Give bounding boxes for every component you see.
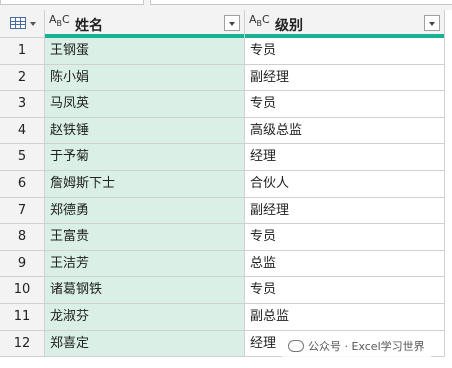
table-row[interactable]: 3 马凤英 专员 bbox=[0, 91, 452, 118]
table-row[interactable]: 1 王钢蛋 专员 bbox=[0, 38, 452, 65]
chevron-down-icon bbox=[30, 22, 36, 26]
table-row[interactable]: 6 詹姆斯下士 合伙人 bbox=[0, 171, 452, 198]
cell-name[interactable]: 于予菊 bbox=[45, 144, 245, 171]
cell-name[interactable]: 陈小娟 bbox=[45, 64, 245, 92]
formula-box-left[interactable] bbox=[0, 0, 144, 5]
right-gap bbox=[445, 10, 452, 368]
formula-box-right[interactable] bbox=[150, 0, 452, 5]
row-number[interactable]: 10 bbox=[0, 277, 45, 304]
column-header-label: 级别 bbox=[275, 18, 303, 34]
cell-name[interactable]: 龙淑芬 bbox=[45, 304, 245, 331]
cell-name[interactable]: 王钢蛋 bbox=[45, 38, 245, 65]
cell-level[interactable]: 合伙人 bbox=[245, 171, 445, 198]
table-row[interactable]: 4 赵铁锤 高级总监 bbox=[0, 117, 452, 145]
cell-name[interactable]: 郑喜定 bbox=[45, 330, 245, 358]
watermark-text: 公众号 · Excel学习世界 bbox=[308, 340, 425, 353]
table-row[interactable]: 11 龙淑芬 副总监 bbox=[0, 304, 452, 331]
table-row[interactable]: 2 陈小娟 副经理 bbox=[0, 64, 452, 92]
row-number[interactable]: 3 bbox=[0, 91, 45, 118]
row-number[interactable]: 8 bbox=[0, 224, 45, 251]
text-type-icon[interactable]: ABC bbox=[49, 14, 70, 28]
data-grid: ABC 姓名 ABC 级别 1 王钢蛋 专员 2 陈小娟 副经理 3 马凤英 专员 4 赵铁锤 高级总… bbox=[0, 10, 452, 368]
cell-name[interactable]: 诸葛钢铁 bbox=[45, 277, 245, 304]
cell-name[interactable]: 王洁芳 bbox=[45, 250, 245, 278]
row-number[interactable]: 12 bbox=[0, 330, 45, 358]
filter-dropdown-button[interactable] bbox=[424, 15, 440, 31]
watermark: 公众号 · Excel学习世界 bbox=[282, 334, 431, 360]
row-number[interactable]: 7 bbox=[0, 197, 45, 225]
row-number[interactable]: 5 bbox=[0, 144, 45, 171]
cell-level[interactable]: 经理 bbox=[245, 144, 445, 171]
cell-level[interactable]: 专员 bbox=[245, 277, 445, 304]
row-number[interactable]: 11 bbox=[0, 304, 45, 331]
top-strip bbox=[0, 0, 452, 6]
column-header-name[interactable]: ABC 姓名 bbox=[45, 10, 245, 38]
cell-name[interactable]: 马凤英 bbox=[45, 91, 245, 118]
wechat-icon bbox=[288, 340, 304, 352]
row-number[interactable]: 2 bbox=[0, 64, 45, 92]
table-row[interactable]: 5 于予菊 经理 bbox=[0, 144, 452, 171]
column-header-label: 姓名 bbox=[75, 18, 103, 34]
table-icon bbox=[10, 17, 26, 29]
cell-level[interactable]: 专员 bbox=[245, 224, 445, 251]
text-type-icon[interactable]: ABC bbox=[249, 14, 270, 28]
table-row[interactable]: 9 王洁芳 总监 bbox=[0, 250, 452, 278]
table-row[interactable]: 7 郑德勇 副经理 bbox=[0, 197, 452, 225]
cell-level[interactable]: 副经理 bbox=[245, 64, 445, 92]
column-header-level[interactable]: ABC 级别 bbox=[245, 10, 445, 38]
filter-dropdown-button[interactable] bbox=[224, 15, 240, 31]
row-number[interactable]: 4 bbox=[0, 117, 45, 145]
row-number[interactable]: 1 bbox=[0, 38, 45, 65]
cell-level[interactable]: 副经理 bbox=[245, 197, 445, 225]
table-row[interactable]: 8 王富贵 专员 bbox=[0, 224, 452, 251]
cell-level[interactable]: 副总监 bbox=[245, 304, 445, 331]
table-menu-button[interactable] bbox=[0, 10, 45, 38]
row-number[interactable]: 9 bbox=[0, 250, 45, 278]
cell-level[interactable]: 总监 bbox=[245, 250, 445, 278]
cell-name[interactable]: 赵铁锤 bbox=[45, 117, 245, 145]
row-number[interactable]: 6 bbox=[0, 171, 45, 198]
cell-name[interactable]: 郑德勇 bbox=[45, 197, 245, 225]
cell-level[interactable]: 专员 bbox=[245, 91, 445, 118]
cell-name[interactable]: 詹姆斯下士 bbox=[45, 171, 245, 198]
cell-level[interactable]: 专员 bbox=[245, 38, 445, 65]
table-row[interactable]: 10 诸葛钢铁 专员 bbox=[0, 277, 452, 304]
cell-level[interactable]: 高级总监 bbox=[245, 117, 445, 145]
cell-name[interactable]: 王富贵 bbox=[45, 224, 245, 251]
